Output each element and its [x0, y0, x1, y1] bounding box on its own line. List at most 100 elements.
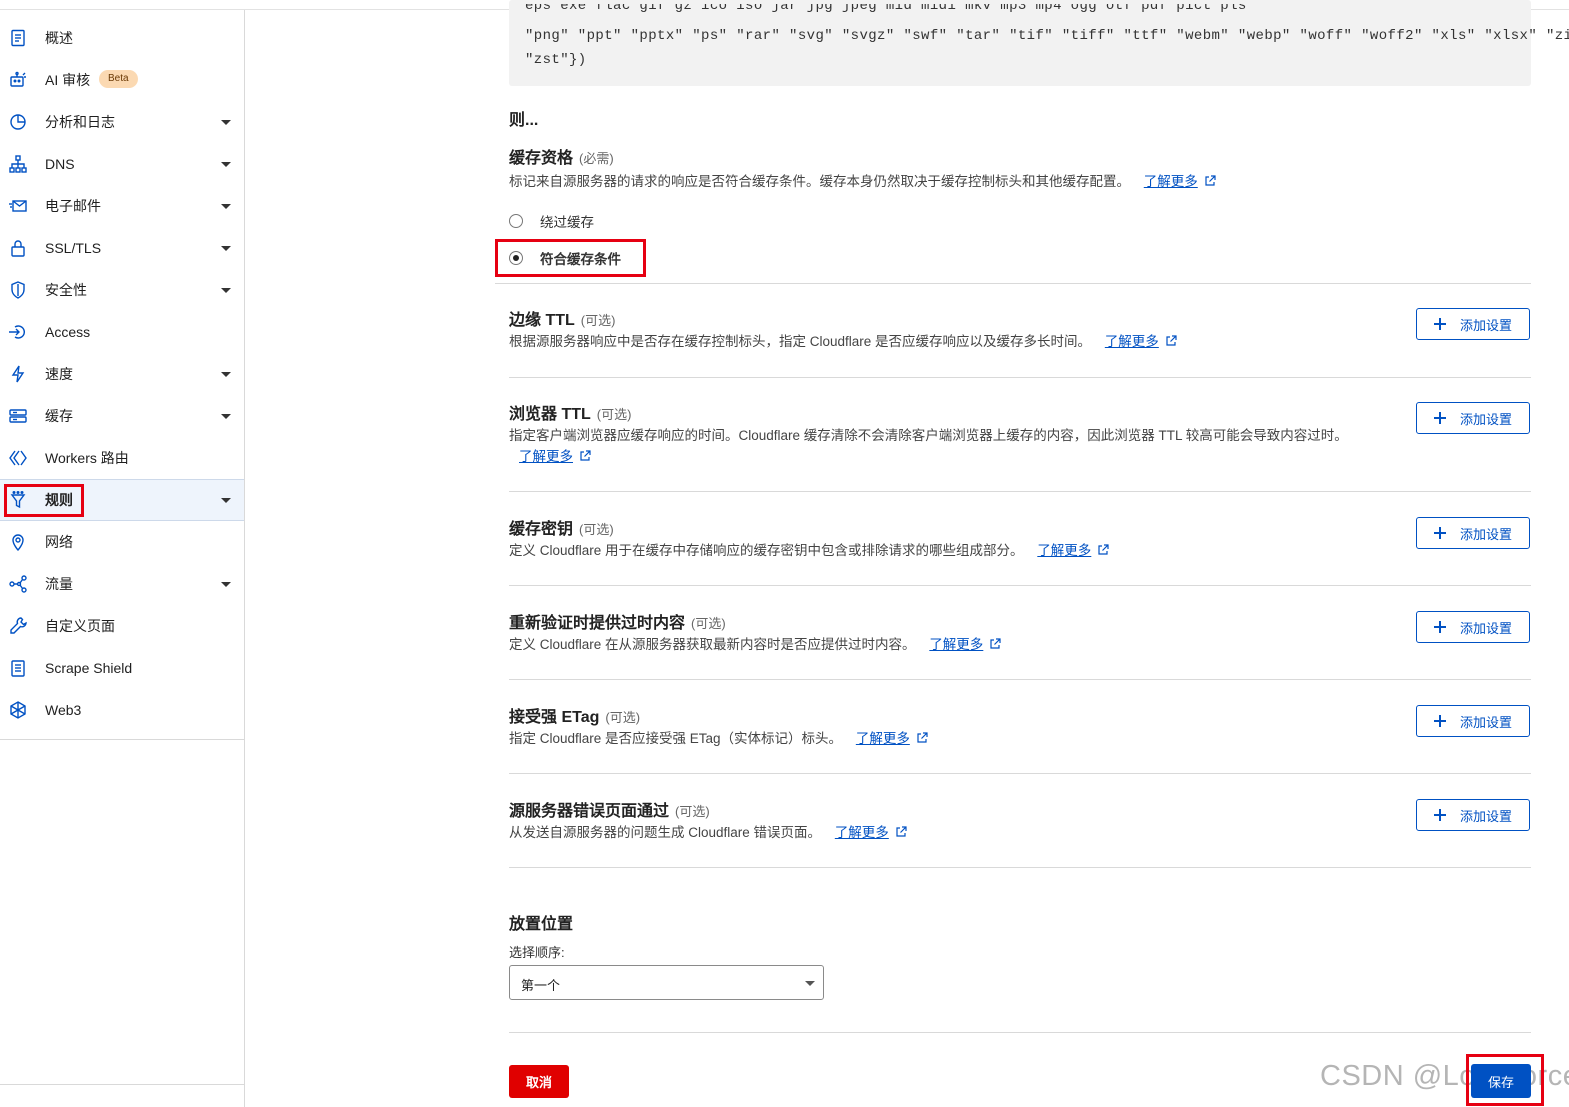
section-divider	[509, 867, 1531, 868]
sidebar-item-speed[interactable]: 速度	[0, 353, 244, 395]
add-setting-button-edge-ttl[interactable]: 添加设置	[1416, 308, 1530, 340]
chevron-down-icon[interactable]	[221, 414, 231, 419]
server-stack-icon	[8, 406, 28, 426]
external-link-icon[interactable]	[1204, 175, 1216, 187]
required-tag: (必需)	[579, 151, 614, 166]
learn-more-link[interactable]: 了解更多	[1105, 334, 1159, 349]
section-divider	[495, 283, 1531, 284]
radio-label: 绕过缓存	[540, 215, 594, 230]
learn-more-link[interactable]: 了解更多	[929, 637, 983, 652]
sidebar: 概述 AI 审核 Beta 分析和日志 DNS 电子邮件 SSL/TLS 安全性…	[0, 10, 245, 1107]
cancel-button[interactable]: 取消	[509, 1065, 569, 1098]
sidebar-item-label: 安全性	[45, 282, 87, 298]
sidebar-item-label: 分析和日志	[45, 114, 115, 130]
external-link-icon[interactable]	[895, 826, 907, 838]
external-link-icon[interactable]	[1165, 335, 1177, 347]
sidebar-item-label: 速度	[45, 366, 73, 382]
chevron-down-icon[interactable]	[221, 582, 231, 587]
add-setting-button-browser-ttl[interactable]: 添加设置	[1416, 402, 1530, 434]
strong-etag-desc: 指定 Cloudflare 是否应接受强 ETag（实体标记）标头。 了解更多	[509, 728, 1389, 749]
external-link-icon[interactable]	[579, 450, 591, 462]
button-label: 添加设置	[1460, 620, 1513, 636]
lightning-icon	[8, 364, 28, 384]
learn-more-link[interactable]: 了解更多	[519, 449, 573, 464]
external-link-icon[interactable]	[916, 732, 928, 744]
sidebar-item-analytics[interactable]: 分析和日志	[0, 101, 244, 143]
beta-badge: Beta	[99, 70, 138, 88]
learn-more-link[interactable]: 了解更多	[1037, 543, 1091, 558]
external-link-icon[interactable]	[989, 638, 1001, 650]
order-select[interactable]: 第一个	[509, 965, 824, 1000]
clipboard-icon	[8, 658, 28, 678]
annotation-highlight-rules	[4, 484, 84, 517]
sidebar-item-scrape-shield[interactable]: Scrape Shield	[0, 647, 244, 689]
main-content: eps exe flac gif gz ico iso jar jpg jpeg…	[245, 0, 1569, 1107]
section-title-text: 浏览器 TTL	[509, 406, 591, 423]
sidebar-item-access[interactable]: Access	[0, 311, 244, 353]
sidebar-item-label: Workers 路由	[45, 450, 129, 466]
sidebar-item-network[interactable]: 网络	[0, 521, 244, 563]
sidebar-item-cache[interactable]: 缓存	[0, 395, 244, 437]
chevron-down-icon[interactable]	[221, 204, 231, 209]
radio-bypass-cache[interactable]: 绕过缓存	[509, 211, 594, 231]
sidebar-item-dns[interactable]: DNS	[0, 143, 244, 185]
code-line: eps exe flac gif gz ico iso jar jpg jpeg…	[525, 4, 1247, 14]
lock-icon	[8, 238, 28, 258]
section-divider	[509, 1032, 1531, 1033]
sidebar-item-label: Scrape Shield	[45, 660, 133, 676]
cache-eligibility-desc: 标记来自源服务器的请求的响应是否符合缓存条件。缓存本身仍然取决于缓存控制标头和其…	[509, 171, 1216, 192]
sidebar-item-overview[interactable]: 概述	[0, 17, 244, 59]
optional-tag: (可选)	[605, 710, 641, 725]
order-select-value: 第一个	[521, 978, 561, 993]
section-title-text: 接受强 ETag	[509, 709, 600, 726]
code-line: "png" "ppt" "pptx" "ps" "rar" "svg" "svg…	[525, 28, 1569, 44]
section-divider	[509, 773, 1531, 774]
radio-button[interactable]	[509, 214, 523, 228]
button-label: 添加设置	[1460, 317, 1513, 333]
chevron-down-icon[interactable]	[221, 246, 231, 251]
sidebar-item-ai-audit[interactable]: AI 审核 Beta	[0, 59, 244, 101]
add-setting-button-cache-key[interactable]: 添加设置	[1416, 517, 1530, 549]
annotation-highlight-save	[1466, 1054, 1544, 1106]
sidebar-item-ssl-tls[interactable]: SSL/TLS	[0, 227, 244, 269]
browser-ttl-desc: 指定客户端浏览器应缓存响应的时间。Cloudflare 缓存清除不会清除客户端浏…	[509, 425, 1365, 467]
add-setting-button-serve-stale[interactable]: 添加设置	[1416, 611, 1530, 643]
button-label: 添加设置	[1460, 411, 1513, 427]
sidebar-item-web3[interactable]: Web3	[0, 689, 244, 731]
sidebar-item-label: 自定义页面	[45, 618, 115, 634]
chevron-down-icon[interactable]	[221, 120, 231, 125]
chevron-down-icon[interactable]	[221, 372, 231, 377]
origin-error-page-title: 源服务器错误页面通过 (可选)	[509, 797, 710, 821]
sidebar-item-custom-pages[interactable]: 自定义页面	[0, 605, 244, 647]
origin-error-page-desc: 从发送自源服务器的问题生成 Cloudflare 错误页面。 了解更多	[509, 822, 1389, 843]
section-title-text: 缓存密钥	[509, 521, 574, 538]
sidebar-item-traffic[interactable]: 流量	[0, 563, 244, 605]
section-title-text: 源服务器错误页面通过	[509, 803, 670, 820]
chevron-down-icon[interactable]	[221, 288, 231, 293]
sidebar-divider	[0, 1084, 244, 1085]
section-divider	[509, 491, 1531, 492]
browser-ttl-title: 浏览器 TTL (可选)	[509, 400, 631, 424]
learn-more-link[interactable]: 了解更多	[856, 731, 910, 746]
placement-title: 放置位置	[509, 916, 574, 933]
description-text: 定义 Cloudflare 在从源服务器获取最新内容时是否应提供过时内容。	[509, 637, 916, 652]
sidebar-item-workers-routes[interactable]: Workers 路由	[0, 437, 244, 479]
add-setting-button-origin-error-page[interactable]: 添加设置	[1416, 799, 1530, 831]
strong-etag-title: 接受强 ETag (可选)	[509, 703, 640, 727]
web3-icon	[8, 700, 28, 720]
sidebar-item-security[interactable]: 安全性	[0, 269, 244, 311]
section-title-text: 重新验证时提供过时内容	[509, 615, 686, 632]
sidebar-item-email[interactable]: 电子邮件	[0, 185, 244, 227]
sidebar-divider	[0, 739, 244, 740]
cache-eligibility-title: 缓存资格 (必需)	[509, 144, 614, 168]
learn-more-link[interactable]: 了解更多	[835, 825, 889, 840]
section-divider	[509, 585, 1531, 586]
description-text: 定义 Cloudflare 用于在缓存中存储响应的缓存密钥中包含或排除请求的哪些…	[509, 543, 1024, 558]
chevron-down-icon[interactable]	[221, 162, 231, 167]
button-label: 添加设置	[1460, 808, 1513, 824]
learn-more-link[interactable]: 了解更多	[1144, 174, 1198, 189]
add-setting-button-strong-etag[interactable]: 添加设置	[1416, 705, 1530, 737]
external-link-icon[interactable]	[1097, 544, 1109, 556]
chevron-down-icon[interactable]	[221, 498, 231, 503]
annotation-highlight-eligible	[495, 239, 646, 277]
